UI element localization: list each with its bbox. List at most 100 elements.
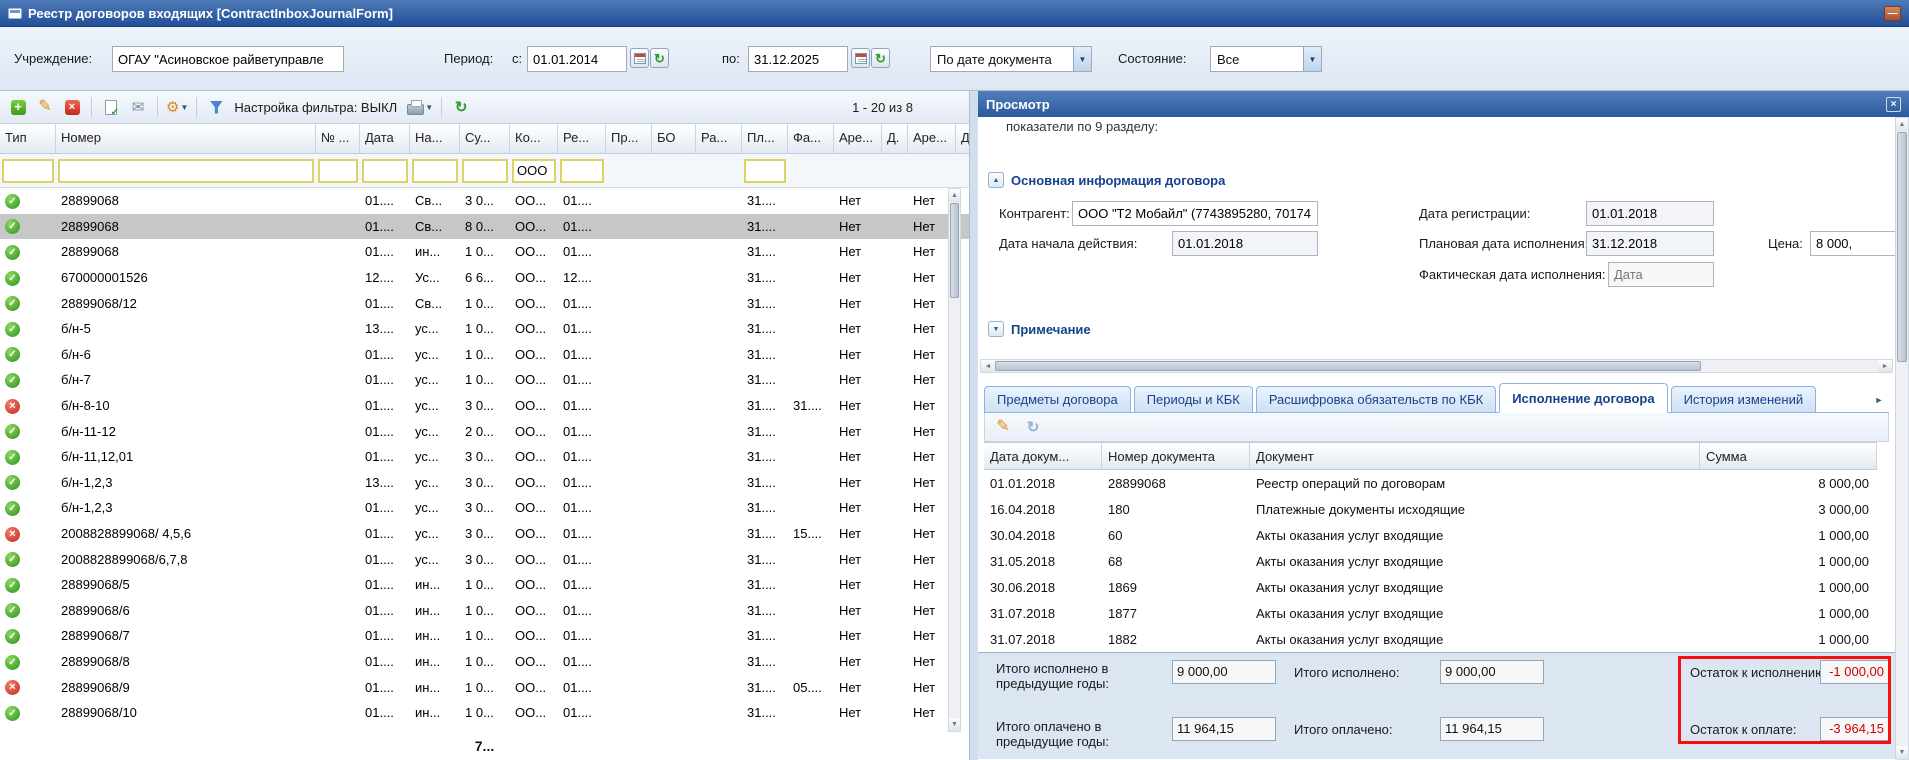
refresh-button[interactable] bbox=[449, 95, 473, 119]
contract-row[interactable]: б/н-701....ус...1 0...ОО...01....31....Н… bbox=[0, 367, 969, 393]
column-header-9[interactable]: БО bbox=[652, 124, 696, 153]
tab-3[interactable]: Исполнение договора bbox=[1499, 383, 1667, 413]
contract-row[interactable]: 28899068/701....ин...1 0...ОО...01....31… bbox=[0, 623, 969, 649]
horizontal-scrollbar[interactable]: ◄ ► bbox=[980, 359, 1893, 373]
exec-column-header-1[interactable]: Номер документа bbox=[1102, 443, 1250, 469]
filter-settings-button[interactable] bbox=[204, 95, 228, 119]
column-header-5[interactable]: Су... bbox=[460, 124, 510, 153]
execution-row[interactable]: 16.04.2018180Платежные документы исходящ… bbox=[984, 496, 1877, 522]
column-filter-input-4[interactable] bbox=[412, 159, 458, 183]
scroll-up-icon[interactable]: ▲ bbox=[1896, 118, 1908, 131]
tab-1[interactable]: Периоды и КБК bbox=[1134, 386, 1253, 412]
send-button[interactable] bbox=[126, 95, 150, 119]
contract-row[interactable]: 28899068/601....ин...1 0...ОО...01....31… bbox=[0, 598, 969, 624]
reg-date-input[interactable] bbox=[1586, 201, 1714, 226]
contract-row[interactable]: б/н-513....ус...1 0...ОО...01....31....Н… bbox=[0, 316, 969, 342]
contract-row[interactable]: 28899068/901....ин...1 0...ОО...01....31… bbox=[0, 674, 969, 700]
contract-row[interactable]: 2889906801....Св...8 0...ОО...01....31..… bbox=[0, 214, 969, 240]
execution-row[interactable]: 30.04.201860Акты оказания услуг входящие… bbox=[984, 522, 1877, 548]
execution-row[interactable]: 31.05.201868Акты оказания услуг входящие… bbox=[984, 548, 1877, 574]
column-filter-input-5[interactable] bbox=[462, 159, 508, 183]
scrollbar-track[interactable] bbox=[949, 202, 960, 718]
scrollbar-track[interactable] bbox=[1896, 131, 1908, 746]
column-header-12[interactable]: Фа... bbox=[788, 124, 834, 153]
scrollbar-track[interactable] bbox=[995, 360, 1878, 372]
column-header-14[interactable]: Д. bbox=[882, 124, 908, 153]
counterparty-input[interactable] bbox=[1072, 201, 1318, 226]
scroll-up-icon[interactable]: ▲ bbox=[949, 189, 960, 202]
column-header-4[interactable]: На... bbox=[410, 124, 460, 153]
contract-row[interactable]: 2008828899068/ 4,5,601....ус...3 0...ОО.… bbox=[0, 521, 969, 547]
actual-date-input[interactable] bbox=[1608, 262, 1714, 287]
edit-execution-button[interactable] bbox=[991, 415, 1015, 439]
exec-column-header-3[interactable]: Сумма bbox=[1700, 443, 1877, 469]
contract-row[interactable]: 2889906801....Св...3 0...ОО...01....31..… bbox=[0, 188, 969, 214]
scroll-down-icon[interactable]: ▼ bbox=[1896, 746, 1908, 759]
exec-column-header-2[interactable]: Документ bbox=[1250, 443, 1700, 469]
panel-splitter[interactable] bbox=[970, 91, 978, 760]
column-header-2[interactable]: № ... bbox=[316, 124, 360, 153]
column-header-0[interactable]: Тип bbox=[0, 124, 56, 153]
period-to-input[interactable] bbox=[748, 46, 848, 72]
contract-row[interactable]: 2008828899068/6,7,801....ус...3 0...ОО..… bbox=[0, 546, 969, 572]
column-filter-input-3[interactable] bbox=[362, 159, 408, 183]
scroll-right-icon[interactable]: ► bbox=[1878, 360, 1892, 372]
column-header-7[interactable]: Ре... bbox=[558, 124, 606, 153]
scrollbar-thumb[interactable] bbox=[950, 203, 959, 298]
scroll-down-icon[interactable]: ▼ bbox=[949, 718, 960, 731]
expand-section-button[interactable]: ▼ bbox=[988, 321, 1004, 337]
window-minimize-button[interactable]: — bbox=[1884, 6, 1901, 21]
column-header-15[interactable]: Аре... bbox=[908, 124, 956, 153]
state-select[interactable]: Все bbox=[1210, 46, 1322, 72]
edit-button[interactable] bbox=[33, 95, 57, 119]
execution-row[interactable]: 01.01.201828899068Реестр операций по дог… bbox=[984, 470, 1877, 496]
chevron-down-icon[interactable] bbox=[1073, 47, 1091, 71]
column-filter-input-1[interactable] bbox=[58, 159, 314, 183]
contract-row[interactable]: 2889906801....ин...1 0...ОО...01....31..… bbox=[0, 239, 969, 265]
column-filter-input-2[interactable] bbox=[318, 159, 358, 183]
column-header-8[interactable]: Пр... bbox=[606, 124, 652, 153]
contract-row[interactable]: б/н-11,12,0101....ус...3 0...ОО...01....… bbox=[0, 444, 969, 470]
to-calendar-button[interactable] bbox=[851, 48, 870, 68]
to-period-picker-button[interactable] bbox=[871, 48, 890, 68]
execution-row[interactable]: 30.06.20181869Акты оказания услуг входящ… bbox=[984, 574, 1877, 600]
chevron-down-icon[interactable] bbox=[1303, 47, 1321, 71]
tab-4[interactable]: История изменений bbox=[1671, 386, 1817, 412]
refresh-execution-button[interactable] bbox=[1021, 415, 1045, 439]
contract-row[interactable]: б/н-11-1201....ус...2 0...ОО...01....31.… bbox=[0, 418, 969, 444]
column-header-16[interactable]: Д... bbox=[956, 124, 969, 153]
tab-scroll-right-icon[interactable] bbox=[1869, 388, 1889, 412]
print-button[interactable] bbox=[406, 95, 434, 119]
column-filter-input-0[interactable] bbox=[2, 159, 54, 183]
tab-0[interactable]: Предметы договора bbox=[984, 386, 1131, 412]
scroll-left-icon[interactable]: ◄ bbox=[981, 360, 995, 372]
contract-row[interactable]: 28899068/1001....ин...1 0...ОО...01....3… bbox=[0, 700, 969, 726]
contract-row[interactable]: б/н-1,2,313....ус...3 0...ОО...01....31.… bbox=[0, 470, 969, 496]
contract-row[interactable]: 67000000152612....Ус...6 6...ОО...12....… bbox=[0, 265, 969, 291]
contract-row[interactable]: 28899068/801....ин...1 0...ОО...01....31… bbox=[0, 649, 969, 675]
settings-menu-button[interactable] bbox=[165, 95, 189, 119]
price-input[interactable] bbox=[1810, 231, 1895, 256]
column-filter-input-11[interactable] bbox=[744, 159, 786, 183]
exec-column-header-0[interactable]: Дата докум... bbox=[984, 443, 1102, 469]
execution-row[interactable]: 31.07.20181882Акты оказания услуг входящ… bbox=[984, 626, 1877, 652]
delete-button[interactable] bbox=[60, 95, 84, 119]
start-date-input[interactable] bbox=[1172, 231, 1318, 256]
add-button[interactable] bbox=[6, 95, 30, 119]
column-header-10[interactable]: Ра... bbox=[696, 124, 742, 153]
collapse-section-button[interactable]: ▲ bbox=[988, 172, 1004, 188]
column-header-1[interactable]: Номер bbox=[56, 124, 316, 153]
contract-row[interactable]: 28899068/1201....Св...1 0...ОО...01....3… bbox=[0, 290, 969, 316]
tab-2[interactable]: Расшифровка обязательств по КБК bbox=[1256, 386, 1496, 412]
period-from-input[interactable] bbox=[527, 46, 627, 72]
column-header-3[interactable]: Дата bbox=[360, 124, 410, 153]
column-header-13[interactable]: Аре... bbox=[834, 124, 882, 153]
from-calendar-button[interactable] bbox=[630, 48, 649, 68]
column-header-11[interactable]: Пл... bbox=[742, 124, 788, 153]
close-panel-icon[interactable] bbox=[1886, 97, 1901, 112]
date-mode-select[interactable]: По дате документа bbox=[930, 46, 1092, 72]
approve-document-button[interactable] bbox=[99, 95, 123, 119]
contract-row[interactable]: б/н-601....ус...1 0...ОО...01....31....Н… bbox=[0, 342, 969, 368]
execution-row[interactable]: 31.07.20181877Акты оказания услуг входящ… bbox=[984, 600, 1877, 626]
column-filter-input-6[interactable] bbox=[512, 159, 556, 183]
